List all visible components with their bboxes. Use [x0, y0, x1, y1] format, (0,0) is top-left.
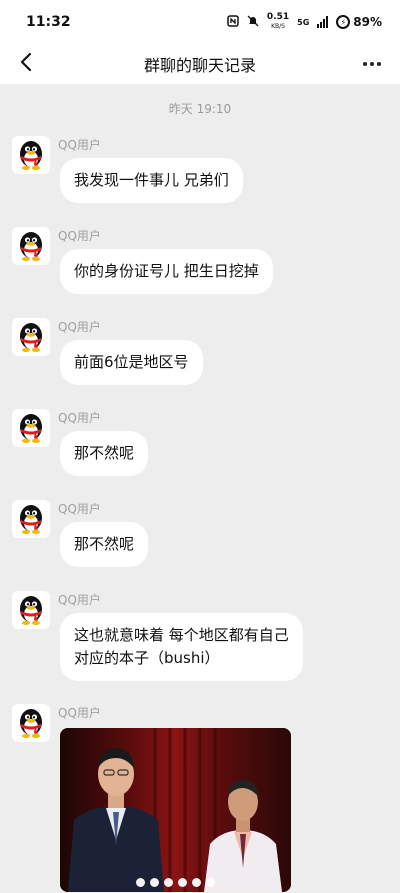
qq-penguin-avatar[interactable]	[12, 136, 50, 174]
status-time: 11:32	[26, 14, 71, 30]
qq-penguin-avatar[interactable]	[12, 704, 50, 742]
nfc-icon	[227, 14, 239, 30]
image-message[interactable]	[60, 728, 291, 892]
signal-icon	[317, 16, 329, 28]
chevron-left-icon	[19, 52, 33, 76]
status-icons: 0.51 KB/S 5G ⚡ 89%	[227, 13, 382, 31]
page-title: 群聊的聊天记录	[143, 56, 256, 75]
message-timestamp: 昨天 19:10	[168, 102, 232, 116]
carousel-dot[interactable]	[206, 878, 215, 887]
carousel-dot[interactable]	[192, 878, 201, 887]
sender-name: QQ用户	[58, 320, 101, 334]
qq-penguin-avatar[interactable]	[12, 318, 50, 356]
sender-name: QQ用户	[58, 593, 101, 607]
carousel-dot[interactable]	[150, 878, 159, 887]
qq-penguin-avatar[interactable]	[12, 227, 50, 265]
carousel-dot[interactable]	[164, 878, 173, 887]
status-bar: 11:32 0.51 KB/S 5G ⚡ 89%	[0, 0, 400, 44]
carousel-dot[interactable]	[136, 878, 145, 887]
battery-icon: ⚡	[336, 15, 351, 29]
net-speed-unit: KB/S	[271, 23, 285, 30]
message-bubble[interactable]: 那不然呢	[60, 431, 149, 476]
message-bubble[interactable]: 这也就意味着 每个地区都有自己 对应的本子（bushi）	[60, 613, 303, 681]
sender-name: QQ用户	[58, 502, 101, 516]
net-speed: 0.51 KB/S	[267, 13, 289, 31]
message-bubble[interactable]: 前面6位是地区号	[60, 340, 203, 385]
mute-bell-icon	[247, 15, 259, 30]
more-button[interactable]	[356, 48, 388, 80]
more-dots-icon	[363, 62, 367, 66]
message-bubble[interactable]: 你的身份证号儿 把生日挖掉	[60, 249, 273, 294]
qq-penguin-avatar[interactable]	[12, 500, 50, 538]
sender-name: QQ用户	[58, 229, 101, 243]
battery: ⚡ 89%	[336, 15, 382, 29]
message-line: 这也就意味着 每个地区都有自己	[74, 626, 289, 644]
message-bubble[interactable]: 我发现一件事儿 兄弟们	[60, 158, 243, 203]
carousel-dots[interactable]	[60, 878, 291, 887]
network-type: 5G	[297, 17, 310, 27]
message-line: 对应的本子（bushi）	[74, 649, 220, 667]
sender-name: QQ用户	[58, 138, 101, 152]
photo-two-men-on-stage	[60, 728, 291, 892]
sender-name: QQ用户	[58, 706, 101, 720]
net-speed-value: 0.51	[266, 12, 290, 22]
message-bubble[interactable]: 那不然呢	[60, 522, 149, 567]
chat-header: 群聊的聊天记录	[0, 44, 400, 84]
qq-penguin-avatar[interactable]	[12, 591, 50, 629]
back-button[interactable]	[10, 48, 42, 80]
battery-level: 89%	[353, 15, 382, 29]
carousel-dot[interactable]	[178, 878, 187, 887]
sender-name: QQ用户	[58, 411, 101, 425]
qq-penguin-avatar[interactable]	[12, 409, 50, 447]
